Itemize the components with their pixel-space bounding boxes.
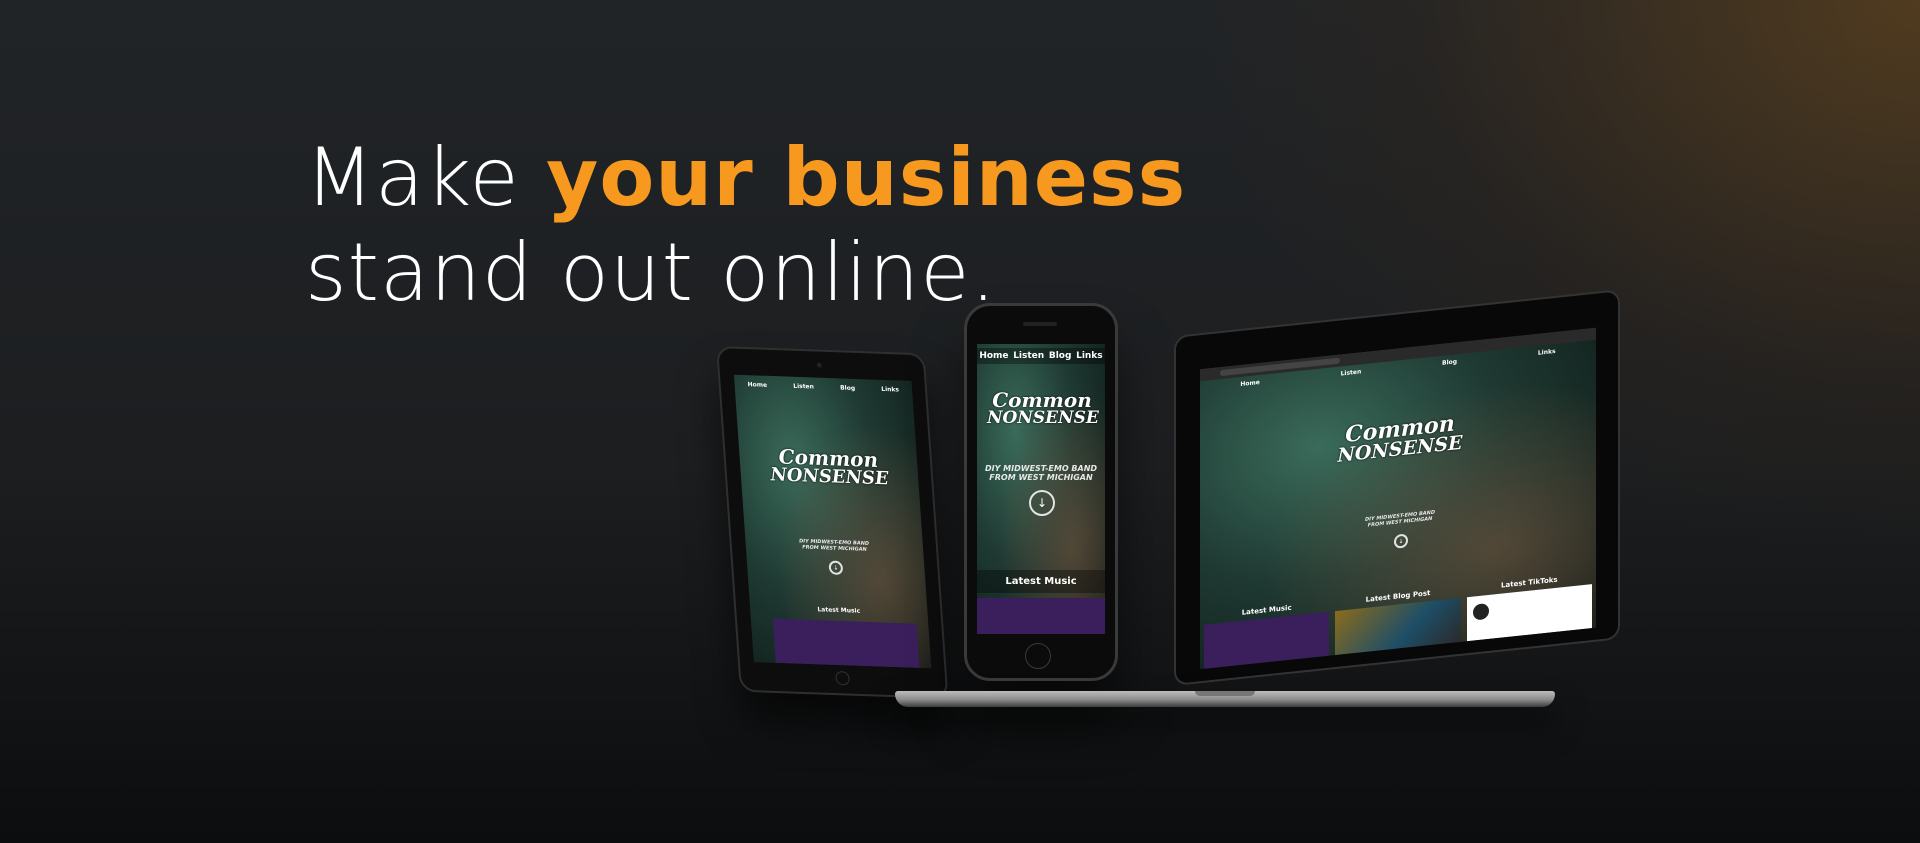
nav-listen[interactable]: Listen [793,383,814,391]
down-arrow-circle-icon[interactable]: ↓ [1029,490,1055,516]
hero-headline: Make your business stand out online. [305,130,1186,320]
hero-line1-prefix: Make [305,131,547,224]
avatar [1472,602,1489,621]
tablet-camera [816,362,822,368]
phone-home-button [1025,643,1051,669]
hero-line2: stand out online. [305,226,997,319]
latest-music-heading: Latest Music [977,570,1105,593]
down-arrow-circle-icon[interactable]: ↓ [828,560,844,576]
nav-blog[interactable]: Blog [1049,351,1072,361]
nav-home[interactable]: Home [979,351,1008,361]
tablet-home-button [835,670,851,686]
laptop-screen: Home Listen Blog Links Common NONSENSE D… [1200,327,1596,670]
hero-line1-accent: your business [546,131,1187,224]
music-card[interactable] [772,618,920,668]
band-logo: Common NONSENSE [769,444,890,490]
nav-links[interactable]: Links [881,386,899,394]
laptop-mockup: Home Listen Blog Links Common NONSENSE D… [1174,289,1620,686]
tablet-screen: Home Listen Blog Links Common NONSENSE D… [733,374,932,669]
nav-blog[interactable]: Blog [840,384,855,392]
phone-nav: Home Listen Blog Links [977,348,1105,364]
nav-listen[interactable]: Listen [1013,351,1044,361]
band-tagline: DIY MIDWEST-EMO BAND FROM WEST MICHIGAN [984,464,1098,483]
music-card[interactable] [977,598,1105,634]
nav-links[interactable]: Links [1076,351,1103,361]
laptop-base [895,691,1555,707]
phone-mockup: Home Listen Blog Links Common NONSENSE D… [964,303,1118,681]
phone-screen: Home Listen Blog Links Common NONSENSE D… [977,344,1105,634]
tablet-mockup: Home Listen Blog Links Common NONSENSE D… [716,346,949,700]
nav-home[interactable]: Home [747,381,767,389]
laptop-notch [1195,691,1255,696]
phone-speaker [1023,322,1057,326]
band-logo: Common NONSENSE [987,388,1099,428]
